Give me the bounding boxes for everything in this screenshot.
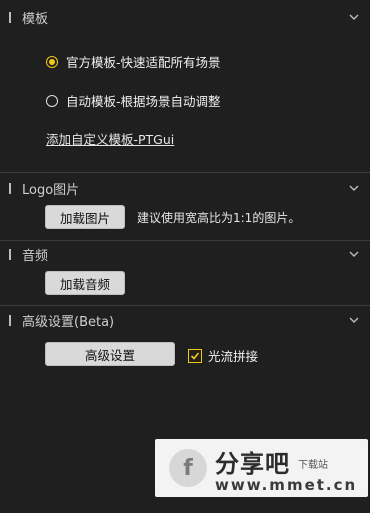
section-marker	[9, 182, 11, 194]
watermark-subtitle: 下载站	[298, 460, 328, 471]
load-image-button[interactable]: 加载图片	[45, 205, 125, 229]
section-title-template: 模板	[22, 11, 49, 27]
image-hint-text: 建议使用宽高比为1:1的图片。	[137, 211, 301, 225]
section-title-advanced: 高级设置(Beta)	[22, 314, 115, 330]
section-header-audio[interactable]: 音频	[0, 243, 370, 265]
radio-selected-icon[interactable]	[46, 55, 58, 68]
optical-flow-checkbox[interactable]: 光流拼接	[188, 346, 258, 365]
divider	[0, 172, 370, 173]
add-custom-template-link[interactable]: 添加自定义模板-PTGui	[46, 129, 174, 148]
watermark-emblem-icon: f	[169, 449, 207, 487]
section-marker	[9, 248, 11, 260]
chevron-down-icon[interactable]	[348, 248, 360, 260]
chevron-down-icon[interactable]	[348, 11, 360, 23]
divider	[0, 240, 370, 241]
watermark-url: www.mmet.cn	[215, 476, 358, 494]
load-audio-button[interactable]: 加载音频	[45, 271, 125, 295]
section-header-template[interactable]: 模板	[0, 6, 370, 28]
chevron-down-icon[interactable]	[348, 182, 360, 194]
optical-flow-label: 光流拼接	[208, 349, 259, 364]
radio-official-template[interactable]: 官方模板-快速适配所有场景	[46, 52, 221, 71]
divider	[0, 305, 370, 306]
section-header-advanced[interactable]: 高级设置(Beta)	[0, 309, 370, 331]
radio-unselected-icon[interactable]	[46, 94, 58, 107]
radio-label-official: 官方模板-快速适配所有场景	[66, 55, 221, 70]
checkbox-checked-icon[interactable]	[188, 348, 202, 363]
section-header-logo[interactable]: Logo图片	[0, 177, 370, 199]
watermark-logo: f 分享吧 下载站 www.mmet.cn	[155, 439, 368, 497]
radio-label-auto: 自动模板-根据场景自动调整	[66, 94, 221, 109]
radio-auto-template[interactable]: 自动模板-根据场景自动调整	[46, 91, 221, 110]
advanced-settings-button[interactable]: 高级设置	[45, 342, 175, 366]
chevron-down-icon[interactable]	[348, 314, 360, 326]
section-marker	[9, 11, 11, 23]
section-marker	[9, 314, 11, 326]
watermark-title: 分享吧	[215, 450, 290, 478]
section-title-audio: 音频	[22, 248, 49, 264]
section-title-logo: Logo图片	[22, 182, 80, 198]
